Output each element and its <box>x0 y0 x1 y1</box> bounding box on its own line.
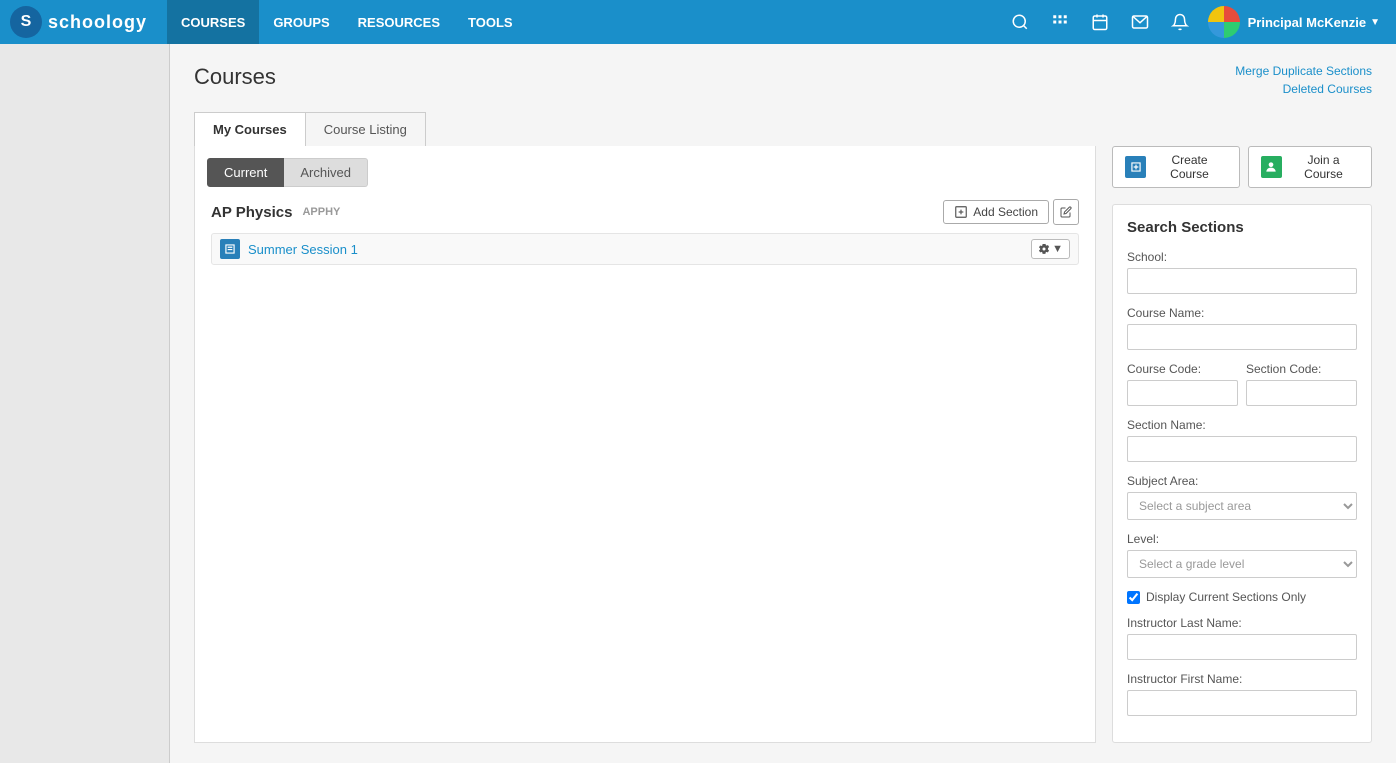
section-code-input[interactable] <box>1246 380 1357 406</box>
create-course-button[interactable]: Create Course <box>1112 146 1240 188</box>
sub-tabs: Current Archived <box>195 146 1095 187</box>
left-column: Current Archived AP Physics APPHY Ad <box>194 146 1096 743</box>
nav-item-tools[interactable]: TOOLS <box>454 0 527 44</box>
tab-course-listing[interactable]: Course Listing <box>306 113 425 146</box>
mail-icon[interactable] <box>1122 4 1158 40</box>
tab-my-courses[interactable]: My Courses <box>195 113 306 146</box>
join-course-button[interactable]: Join a Course <box>1248 146 1372 188</box>
sidebar <box>0 44 170 763</box>
school-input[interactable] <box>1127 268 1357 294</box>
chevron-down-icon: ▼ <box>1370 17 1380 28</box>
action-buttons: Create Course Join a Course <box>1112 146 1372 188</box>
course-block: AP Physics APPHY Add Section <box>195 187 1095 277</box>
page-title: Courses <box>194 64 276 90</box>
create-course-label: Create Course <box>1152 153 1227 181</box>
nav-items: COURSES GROUPS RESOURCES TOOLS <box>167 0 1002 44</box>
section-name-link[interactable]: Summer Session 1 <box>248 242 358 257</box>
section-code-field-group: Section Code: <box>1246 362 1357 406</box>
join-course-icon <box>1261 156 1282 178</box>
section-gear-button[interactable]: ▼ <box>1031 239 1070 259</box>
section-row: Summer Session 1 ▼ <box>211 233 1079 265</box>
instructor-first-field-group: Instructor First Name: <box>1127 672 1357 716</box>
content-columns: Current Archived AP Physics APPHY Ad <box>194 146 1372 743</box>
pencil-icon <box>1060 206 1072 218</box>
add-icon <box>954 205 968 219</box>
section-icon <box>220 239 240 259</box>
nav-item-groups[interactable]: GROUPS <box>259 0 343 44</box>
top-navigation: S schoology COURSES GROUPS RESOURCES TOO… <box>0 0 1396 44</box>
search-icon[interactable] <box>1002 4 1038 40</box>
grid-icon[interactable] <box>1042 4 1078 40</box>
section-link-area: Summer Session 1 <box>220 239 358 259</box>
course-code: APPHY <box>302 206 340 218</box>
level-field-group: Level: Select a grade level <box>1127 532 1357 578</box>
course-actions: Add Section <box>943 199 1079 225</box>
instructor-last-field-group: Instructor Last Name: <box>1127 616 1357 660</box>
create-icon <box>1129 160 1143 174</box>
calendar-icon[interactable] <box>1082 4 1118 40</box>
page-layout: Courses Merge Duplicate Sections Deleted… <box>0 44 1396 763</box>
right-column: Create Course Join a Course Search Secti… <box>1112 146 1372 743</box>
create-course-icon <box>1125 156 1146 178</box>
level-select[interactable]: Select a grade level <box>1127 550 1357 578</box>
section-code-label: Section Code: <box>1246 362 1357 376</box>
display-current-row: Display Current Sections Only <box>1127 590 1357 604</box>
instructor-last-label: Instructor Last Name: <box>1127 616 1357 630</box>
instructor-first-input[interactable] <box>1127 690 1357 716</box>
top-tabs: My Courses Course Listing <box>194 112 1372 146</box>
join-course-label: Join a Course <box>1288 153 1359 181</box>
logo-text: schoology <box>48 12 147 33</box>
section-name-input[interactable] <box>1127 436 1357 462</box>
nav-item-courses[interactable]: COURSES <box>167 0 259 44</box>
course-name-input[interactable] <box>1127 324 1357 350</box>
search-sections-panel: Search Sections School: Course Name: Cou… <box>1112 204 1372 743</box>
subject-area-select[interactable]: Select a subject area <box>1127 492 1357 520</box>
section-name-label: Section Name: <box>1127 418 1357 432</box>
subject-area-field-group: Subject Area: Select a subject area <box>1127 474 1357 520</box>
search-sections-title: Search Sections <box>1127 219 1357 236</box>
deleted-courses-link[interactable]: Deleted Courses <box>1283 82 1372 96</box>
merge-duplicate-sections-link[interactable]: Merge Duplicate Sections <box>1235 64 1372 78</box>
course-code-label: Course Code: <box>1127 362 1238 376</box>
nav-right: Principal McKenzie ▼ <box>1002 4 1386 40</box>
level-label: Level: <box>1127 532 1357 546</box>
main-content: Courses Merge Duplicate Sections Deleted… <box>170 44 1396 763</box>
logo[interactable]: S schoology <box>10 6 147 38</box>
avatar <box>1208 6 1240 38</box>
school-label: School: <box>1127 250 1357 264</box>
course-title-area: AP Physics APPHY <box>211 204 340 221</box>
course-title: AP Physics <box>211 204 292 221</box>
course-name-field-group: Course Name: <box>1127 306 1357 350</box>
course-code-field-group: Course Code: <box>1127 362 1238 406</box>
section-name-field-group: Section Name: <box>1127 418 1357 462</box>
course-code-input[interactable] <box>1127 380 1238 406</box>
logo-icon: S <box>10 6 42 38</box>
subject-area-label: Subject Area: <box>1127 474 1357 488</box>
user-name: Principal McKenzie <box>1248 15 1366 30</box>
display-current-checkbox[interactable] <box>1127 591 1140 604</box>
instructor-first-label: Instructor First Name: <box>1127 672 1357 686</box>
display-current-label[interactable]: Display Current Sections Only <box>1146 590 1306 604</box>
bell-icon[interactable] <box>1162 4 1198 40</box>
course-header: AP Physics APPHY Add Section <box>211 199 1079 225</box>
join-icon <box>1264 160 1278 174</box>
book-icon <box>223 242 237 256</box>
gear-icon <box>1038 243 1050 255</box>
user-menu[interactable]: Principal McKenzie ▼ <box>1202 6 1386 38</box>
instructor-last-input[interactable] <box>1127 634 1357 660</box>
code-fields-row: Course Code: Section Code: <box>1127 362 1357 406</box>
add-section-button[interactable]: Add Section <box>943 200 1049 224</box>
sub-tab-archived[interactable]: Archived <box>284 158 368 187</box>
sub-tab-current[interactable]: Current <box>207 158 284 187</box>
school-field-group: School: <box>1127 250 1357 294</box>
nav-item-resources[interactable]: RESOURCES <box>344 0 454 44</box>
edit-course-button[interactable] <box>1053 199 1079 225</box>
course-name-label: Course Name: <box>1127 306 1357 320</box>
